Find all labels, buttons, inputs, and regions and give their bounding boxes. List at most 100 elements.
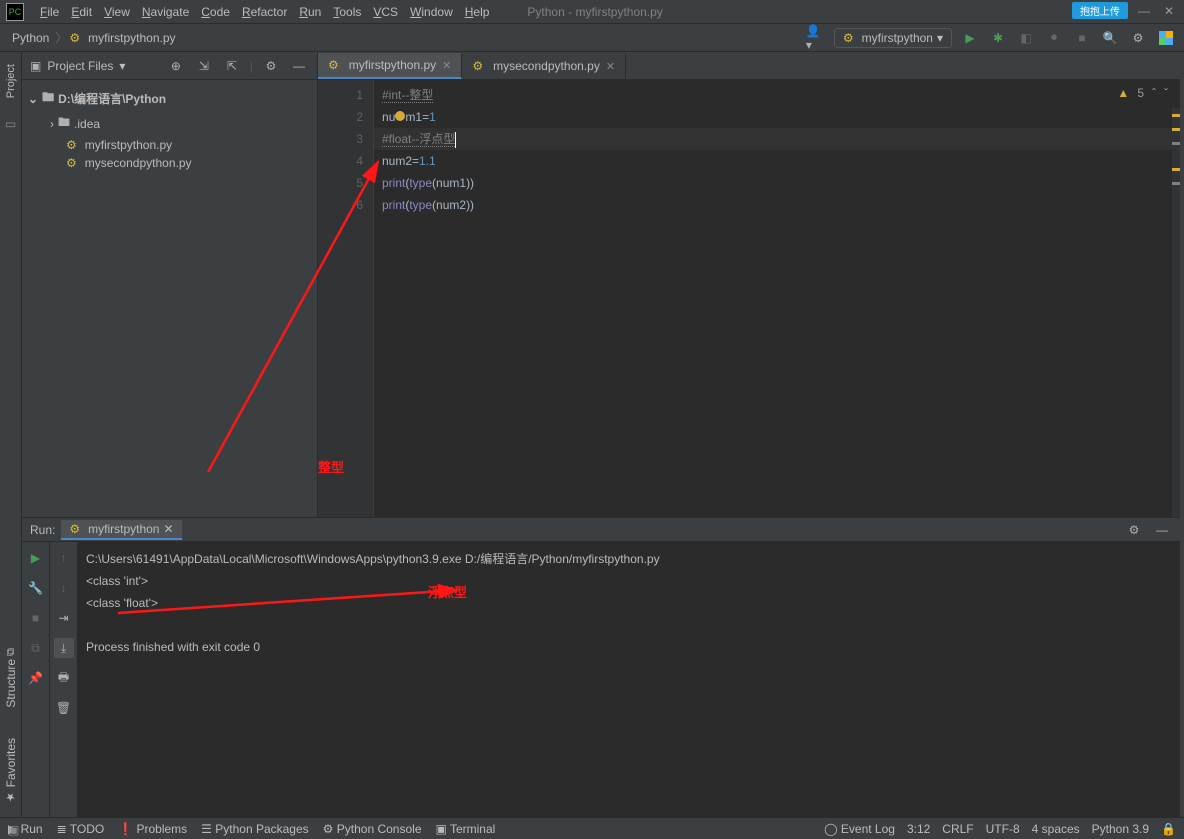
stop-button[interactable]: ■	[1072, 28, 1092, 48]
run-button[interactable]: ▶	[960, 28, 980, 48]
sb-pyconsole[interactable]: ⚙ Python Console	[323, 822, 422, 836]
code-line[interactable]: #float--浮点型	[374, 128, 1180, 150]
window-title: Python - myfirstpython.py	[527, 5, 662, 19]
console-line	[86, 614, 1172, 636]
sidebar-tab-favorites[interactable]: ★ Favorites	[2, 732, 20, 809]
sb-lock-icon[interactable]: 🔒	[1161, 822, 1176, 836]
settings-gear-icon[interactable]: ⚙	[1128, 28, 1148, 48]
coverage-icon[interactable]: ◧	[1016, 28, 1036, 48]
breadcrumb-root[interactable]: Python	[8, 29, 53, 47]
rerun-button[interactable]: ▶	[26, 548, 46, 568]
console-output[interactable]: 浮点型 C:\Users\61491\AppData\Local\Microso…	[78, 542, 1180, 817]
color-square-icon[interactable]	[1156, 28, 1176, 48]
tool-hide-icon[interactable]: —	[1152, 520, 1172, 540]
error-stripe[interactable]	[1172, 108, 1180, 517]
menu-help[interactable]: Help	[459, 3, 496, 21]
code-line[interactable]: num2=1.1	[374, 150, 1180, 172]
softwrap-icon[interactable]: ⇥	[54, 608, 74, 628]
sidebar-tab-structure[interactable]: Structure ⧉	[2, 642, 20, 714]
code-body[interactable]: #int--整型num1=1#float--浮点型num2=1.1print(t…	[374, 80, 1180, 517]
menu-run[interactable]: Run	[293, 3, 327, 21]
tree-file[interactable]: ⚙ mysecondpython.py	[26, 154, 313, 172]
wrench-icon[interactable]: 🔧	[26, 578, 46, 598]
stop-button[interactable]: ■	[26, 608, 46, 628]
up-icon[interactable]: ↑	[54, 548, 74, 568]
menu-vcs[interactable]: VCS	[367, 3, 404, 21]
breadcrumb-sep: 〉	[55, 29, 67, 46]
sb-pypkg[interactable]: ☰ Python Packages	[201, 822, 309, 836]
menu-file[interactable]: File	[34, 3, 65, 21]
tab-close-icon[interactable]: ✕	[442, 59, 451, 72]
sb-indent[interactable]: 4 spaces	[1032, 822, 1080, 836]
folder-icon: 🖿	[42, 88, 54, 109]
menu-refactor[interactable]: Refactor	[236, 3, 293, 21]
close-icon[interactable]: ✕	[1160, 4, 1178, 18]
upload-badge[interactable]: 抱抱上传	[1072, 2, 1128, 19]
sb-problems[interactable]: ❗ Problems	[118, 822, 187, 836]
run-tool-title: Run:	[30, 523, 55, 537]
expand-icon[interactable]: ›	[50, 117, 54, 131]
print-icon[interactable]: 🖶	[54, 668, 74, 688]
sb-interpreter[interactable]: Python 3.9	[1092, 822, 1149, 836]
collapse-all-icon[interactable]: ⇱	[222, 56, 242, 76]
chevron-down-icon[interactable]: ˇ	[1164, 86, 1168, 100]
expand-icon[interactable]: ⌄	[28, 92, 38, 106]
statusbar: ▶ Run ≣ TODO ❗ Problems ☰ Python Package…	[0, 817, 1184, 839]
tree-folder-idea[interactable]: › 🖿 .idea	[26, 111, 313, 136]
code-line[interactable]: print(type(num2))	[374, 194, 1180, 216]
debug-button[interactable]: ✱	[988, 28, 1008, 48]
code-line[interactable]: #int--整型	[374, 84, 1180, 106]
sb-eventlog[interactable]: ◯ Event Log	[824, 822, 895, 836]
left-tool-strip: Project ▭ Structure ⧉ ★ Favorites	[0, 52, 22, 817]
code-editor[interactable]: 123456 #int--整型num1=1#float--浮点型num2=1.1…	[318, 80, 1180, 517]
expand-all-icon[interactable]: ⇲	[194, 56, 214, 76]
python-file-icon: ⚙	[66, 138, 77, 152]
run-tool-tab[interactable]: ⚙ myfirstpython ✕	[61, 520, 181, 540]
line-gutter: 123456	[318, 80, 374, 517]
run-config-combo[interactable]: ⚙ myfirstpython ▾	[834, 28, 952, 48]
tab-close-icon[interactable]: ✕	[606, 60, 615, 73]
tree-file[interactable]: ⚙ myfirstpython.py	[26, 136, 313, 154]
python-file-icon: ⚙	[66, 156, 77, 170]
sb-encoding[interactable]: UTF-8	[986, 822, 1020, 836]
tool-gear-icon[interactable]: ⚙	[1124, 520, 1144, 540]
sidebar-tab-project[interactable]: Project	[3, 58, 19, 104]
sidebar-folder-icon[interactable]: ▭	[1, 114, 21, 134]
code-line[interactable]: num1=1	[374, 106, 1180, 128]
layout-icon[interactable]: ⧉	[26, 638, 46, 658]
menu-tools[interactable]: Tools	[327, 3, 367, 21]
sb-line-ending[interactable]: CRLF	[942, 822, 973, 836]
sb-corner-icon[interactable]: ▣	[8, 823, 19, 837]
search-icon[interactable]: 🔍	[1100, 28, 1120, 48]
profile-icon[interactable]: ⏺	[1044, 28, 1064, 48]
trash-icon[interactable]: 🗑	[54, 698, 74, 718]
sb-caret-pos[interactable]: 3:12	[907, 822, 930, 836]
tree-root[interactable]: ⌄ 🖿 D:\编程语言\Python	[26, 86, 313, 111]
locate-icon[interactable]: ⊕	[166, 56, 186, 76]
tab-close-icon[interactable]: ✕	[163, 522, 173, 536]
code-line[interactable]: print(type(num1))	[374, 172, 1180, 194]
python-file-icon: ⚙	[328, 58, 339, 72]
down-icon[interactable]: ↓	[54, 578, 74, 598]
project-tree[interactable]: ⌄ 🖿 D:\编程语言\Python › 🖿 .idea ⚙ myfirstpy…	[22, 80, 317, 178]
menu-navigate[interactable]: Navigate	[136, 3, 195, 21]
menu-window[interactable]: Window	[404, 3, 459, 21]
add-user-icon[interactable]: 👤▾	[806, 28, 826, 48]
scroll-end-icon[interactable]: ⤓	[54, 638, 74, 658]
menu-edit[interactable]: Edit	[65, 3, 98, 21]
editor-tab[interactable]: ⚙ mysecondpython.py ✕	[462, 53, 626, 79]
menu-view[interactable]: View	[98, 3, 136, 21]
menu-code[interactable]: Code	[195, 3, 236, 21]
editor-tab-active[interactable]: ⚙ myfirstpython.py ✕	[318, 53, 462, 79]
chevron-up-icon[interactable]: ˆ	[1152, 86, 1156, 100]
sb-todo[interactable]: ≣ TODO	[57, 822, 105, 836]
breadcrumb-file[interactable]: myfirstpython.py	[84, 29, 179, 47]
hide-panel-icon[interactable]: —	[289, 56, 309, 76]
minimize-icon[interactable]: —	[1134, 4, 1154, 18]
project-panel-title[interactable]: Project Files ▾	[47, 59, 125, 73]
inspection-widget[interactable]: ▲ 5 ˆ ˇ	[1117, 86, 1168, 100]
chevron-down-icon: ▾	[119, 59, 125, 73]
pin-icon[interactable]: 📌	[26, 668, 46, 688]
panel-gear-icon[interactable]: ⚙	[261, 56, 281, 76]
sb-terminal[interactable]: ▣ Terminal	[436, 822, 496, 836]
